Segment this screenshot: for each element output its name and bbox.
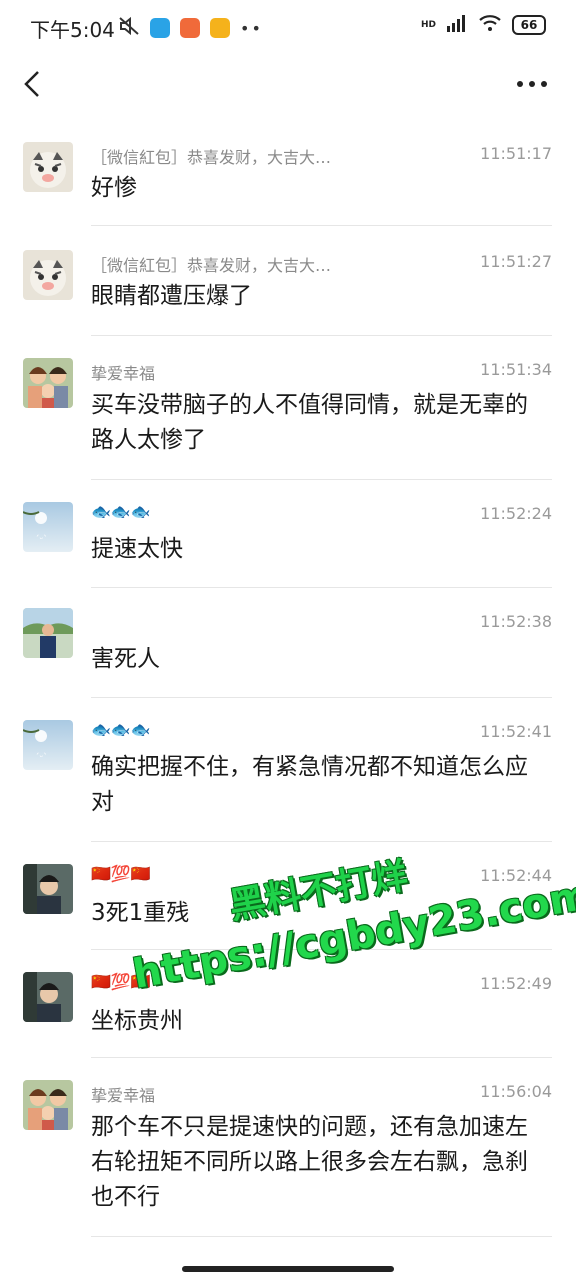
comment-time: 11:52:41 (480, 722, 552, 741)
status-bar: 下午5:04 •• HD 66 (0, 0, 576, 56)
comment-item[interactable]: 挚爱幸福 11:51:34 买车没带脑子的人不值得同情，就是无辜的路人太惨了 (0, 336, 576, 480)
comment-text: 提速太快 (91, 536, 183, 562)
battery-icon: 66 (512, 15, 546, 35)
avatar[interactable]: ˊᵕˋ (23, 502, 73, 552)
comment-time: 11:52:38 (480, 612, 552, 631)
chevron-left-icon (24, 71, 39, 97)
commenter-name[interactable]: ［微信紅包］恭喜发财，大吉大… (91, 144, 331, 168)
mute-icon (118, 16, 140, 40)
home-indicator[interactable] (182, 1266, 394, 1272)
comment-item[interactable]: 挚爱幸福 11:56:04 那个车不只是提速快的问题，还有急加速左右轮扭矩不同所… (0, 1058, 576, 1240)
hd-label: HD (420, 20, 436, 30)
commenter-name[interactable]: 🇨🇳💯🇨🇳 (91, 864, 151, 883)
avatar[interactable] (23, 358, 73, 408)
wifi-icon (478, 14, 502, 36)
avatar[interactable] (23, 250, 73, 300)
svg-text:ˊᵕˋ: ˊᵕˋ (35, 534, 48, 545)
commenter-name[interactable]: 🐟🐟🐟 (91, 720, 151, 739)
nav-bar (0, 56, 576, 116)
back-button[interactable] (18, 64, 48, 104)
status-right: HD 66 (421, 14, 546, 36)
comment-time: 11:56:04 (480, 1082, 552, 1101)
comment-text: 坐标贵州 (91, 1008, 183, 1034)
comment-time: 11:51:27 (480, 252, 552, 271)
more-notifications-icon: •• (240, 18, 263, 38)
commenter-name[interactable]: 挚爱幸福 (91, 360, 155, 384)
divider (91, 1236, 552, 1237)
comment-time: 11:52:49 (480, 974, 552, 993)
status-time: 下午5:04 (30, 18, 115, 42)
comment-item[interactable]: ˊᵕˋ 🐟🐟🐟 11:52:24 提速太快 (0, 480, 576, 588)
comment-text: 好惨 (91, 175, 137, 201)
svg-text:ˊᵕˋ: ˊᵕˋ (35, 752, 48, 763)
comment-text: 眼睛都遭压爆了 (91, 283, 252, 309)
commenter-name[interactable]: 🐟🐟🐟 (91, 502, 151, 521)
more-button[interactable] (512, 66, 552, 102)
avatar[interactable] (23, 864, 73, 914)
notification-icons: •• (118, 16, 263, 40)
comment-text: 确实把握不住，有紧急情况都不知道怎么应对 (91, 754, 528, 815)
avatar[interactable] (23, 142, 73, 192)
commenter-name[interactable]: ［微信紅包］恭喜发财，大吉大… (91, 252, 331, 276)
telegram-icon (150, 18, 170, 38)
notes-icon (210, 18, 230, 38)
comment-time: 11:51:17 (480, 144, 552, 163)
commenter-name[interactable]: 挚爱幸福 (91, 1082, 155, 1106)
comment-text: 那个车不只是提速快的问题，还有急加速左右轮扭矩不同所以路上很多会左右飘，急刹也不… (91, 1114, 528, 1210)
avatar[interactable]: ˊᵕˋ (23, 720, 73, 770)
avatar[interactable] (23, 972, 73, 1022)
comment-item[interactable]: ［微信紅包］恭喜发财，大吉大… 11:51:17 好惨 (0, 118, 576, 226)
avatar[interactable] (23, 1080, 73, 1130)
more-icon (517, 81, 547, 87)
comment-text: 买车没带脑子的人不值得同情，就是无辜的路人太惨了 (91, 392, 528, 453)
app-icon (180, 18, 200, 38)
comment-item[interactable]: 11:52:38 害死人 (0, 588, 576, 698)
signal-icon (446, 14, 468, 36)
comment-time: 11:52:24 (480, 504, 552, 523)
comment-text: 害死人 (91, 646, 160, 672)
comment-time: 11:51:34 (480, 360, 552, 379)
avatar[interactable] (23, 608, 73, 658)
comment-item[interactable]: ［微信紅包］恭喜发财，大吉大… 11:51:27 眼睛都遭压爆了 (0, 226, 576, 336)
comment-item[interactable]: ˊᵕˋ 🐟🐟🐟 11:52:41 确实把握不住，有紧急情况都不知道怎么应对 (0, 698, 576, 842)
